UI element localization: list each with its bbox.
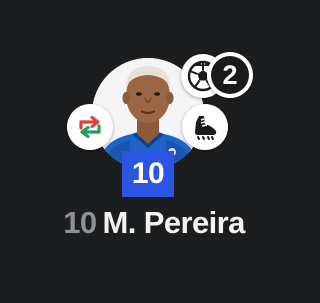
player-card[interactable]: 2 10 10 M. Pereira	[0, 0, 308, 303]
goal-count: 2	[211, 56, 249, 94]
player-label: 10 M. Pereira	[0, 205, 308, 241]
player-number-text: 10	[63, 205, 97, 240]
goal-count-badge: 2	[207, 52, 253, 98]
substitution-arrows-icon	[67, 104, 113, 150]
boot-icon	[182, 104, 228, 150]
player-name[interactable]: M. Pereira	[103, 205, 246, 240]
shirt-number: 10	[122, 151, 174, 197]
